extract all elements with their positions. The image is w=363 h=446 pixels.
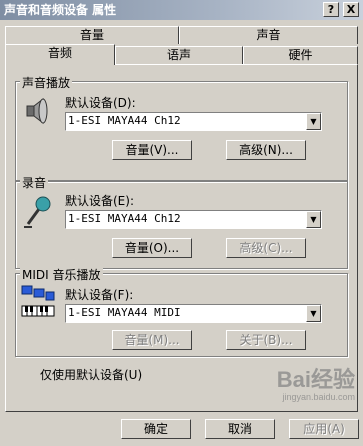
chevron-down-icon[interactable]: ▼	[306, 305, 321, 322]
watermark-url: jingyan.baidu.com	[282, 392, 355, 402]
midi-volume-button[interactable]: 音量(M)...	[112, 330, 192, 350]
microphone-icon	[24, 196, 51, 228]
midi-group: MIDI 音乐播放 默认设备(F): 1-ESI MAYA44 MIDI ▼ 音…	[15, 266, 348, 357]
recording-volume-button[interactable]: 音量(O)...	[112, 238, 192, 258]
speaker-icon	[26, 97, 48, 125]
midi-device-value: 1-ESI MAYA44 MIDI	[68, 306, 181, 319]
tab-volume[interactable]: 音量	[5, 26, 179, 44]
playback-group: 声音播放 默认设备(D): 1-ESI MAYA44 Ch12 ▼ 音量(V).…	[15, 74, 348, 181]
recording-device-value: 1-ESI MAYA44 Ch12	[68, 212, 181, 225]
midi-device-select[interactable]: 1-ESI MAYA44 MIDI ▼	[65, 304, 322, 323]
playback-group-title: 声音播放	[20, 74, 73, 91]
window-title: 声音和音频设备 属性	[4, 3, 117, 17]
midi-default-device-label: 默认设备(F):	[65, 288, 134, 302]
midi-about-button[interactable]: 关于(B)...	[226, 330, 306, 350]
ok-button[interactable]: 确定	[121, 419, 191, 439]
recording-group: 录音 默认设备(E): 1-ESI MAYA44 Ch12 ▼ 音量(O)...…	[15, 174, 348, 269]
cancel-button[interactable]: 取消	[205, 419, 275, 439]
only-default-label: 仅使用默认设备(U)	[40, 368, 143, 382]
midi-group-title: MIDI 音乐播放	[20, 266, 103, 283]
tab-sounds[interactable]: 声音	[179, 26, 358, 44]
chevron-down-icon[interactable]: ▼	[306, 113, 321, 130]
recording-group-title: 录音	[20, 174, 49, 191]
tab-voice[interactable]: 语声	[115, 46, 243, 64]
playback-device-value: 1-ESI MAYA44 Ch12	[68, 114, 181, 127]
tab-audio[interactable]: 音频	[5, 44, 115, 65]
playback-default-device-label: 默认设备(D):	[65, 96, 136, 110]
tab-hardware[interactable]: 硬件	[243, 46, 358, 64]
recording-device-select[interactable]: 1-ESI MAYA44 Ch12 ▼	[65, 210, 322, 229]
baidu-jingyan-watermark: Bai经验 jingyan.baidu.com	[276, 367, 355, 403]
recording-default-device-label: 默认设备(E):	[65, 194, 134, 208]
midi-keyboard-icon	[21, 285, 55, 317]
close-button[interactable]: X	[343, 2, 359, 17]
recording-advanced-button[interactable]: 高级(C)...	[226, 238, 306, 258]
title-bar: 声音和音频设备 属性 ? X	[0, 0, 363, 20]
playback-device-select[interactable]: 1-ESI MAYA44 Ch12 ▼	[65, 112, 322, 131]
help-button[interactable]: ?	[323, 2, 339, 17]
apply-button[interactable]: 应用(A)	[289, 419, 359, 439]
playback-advanced-button[interactable]: 高级(N)...	[226, 140, 306, 160]
playback-volume-button[interactable]: 音量(V)...	[112, 140, 192, 160]
audio-tab-panel: 声音播放 默认设备(D): 1-ESI MAYA44 Ch12 ▼ 音量(V).…	[5, 64, 358, 412]
watermark-brand: Bai经验	[276, 367, 355, 392]
chevron-down-icon[interactable]: ▼	[306, 211, 321, 228]
